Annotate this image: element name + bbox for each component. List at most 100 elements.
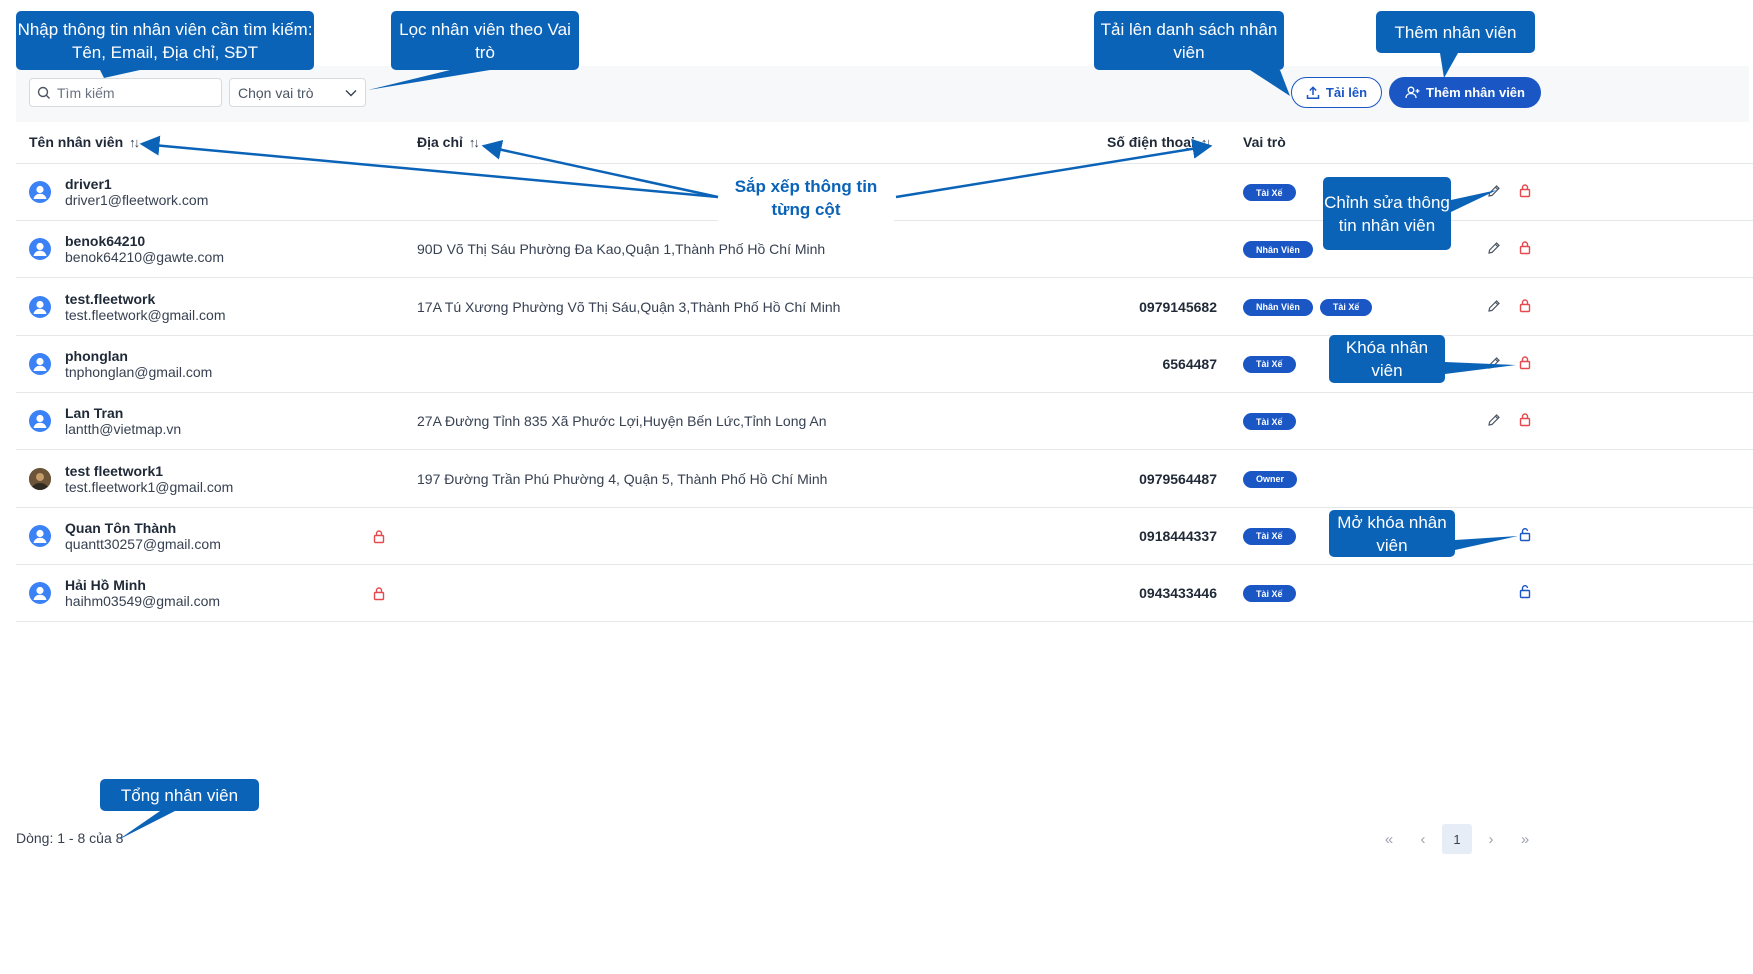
role-badges: Owner [1243, 470, 1298, 488]
column-header-phone[interactable]: Số điện thoại ↑↓ [1107, 134, 1212, 150]
employee-name: phonglan [65, 347, 128, 364]
edit-employee-button[interactable] [1487, 356, 1501, 375]
employee-email: tnphonglan@gmail.com [65, 363, 213, 380]
role-badges: Nhân Viên [1243, 241, 1313, 259]
lock-employee-button[interactable] [1518, 298, 1532, 318]
employee-name: driver1 [65, 176, 112, 192]
sort-icon[interactable]: ↑↓ [129, 135, 140, 150]
lock-employee-button[interactable] [1518, 355, 1532, 375]
employee-name: Quan Tôn Thành [65, 519, 177, 536]
role-badges: Tài Xế [1243, 527, 1296, 545]
lock-icon [1518, 356, 1532, 374]
role-badges: Tài Xế [1243, 413, 1296, 431]
employee-address: 90D Võ Thị Sáu Phường Đa Kao,Quận 1,Thàn… [417, 241, 826, 258]
table-row: Hải Hồ Minh haihm03549@gmail.com 094343344… [16, 565, 1753, 623]
next-page-button[interactable]: › [1476, 824, 1506, 854]
table-row: Lan Tran lantth@vietmap.vn 27A Đường Tỉnh … [16, 393, 1753, 451]
role-badge: Tài Xế [1243, 355, 1296, 373]
add-user-icon [1405, 86, 1420, 99]
upload-label: Tải lên [1325, 85, 1368, 100]
sort-icon[interactable]: ↑↓ [1201, 135, 1212, 150]
table-row: phonglan tnphonglan@gmail.com 6564487 Tài X… [16, 336, 1753, 393]
employee-email: test.fleetwork@gmail.com [65, 306, 226, 323]
add-employee-label: Thêm nhân viên [1426, 85, 1525, 100]
role-badge: Nhân Viên [1243, 298, 1313, 316]
edit-employee-button[interactable] [1487, 299, 1501, 318]
employee-address: 17A Tú Xương Phường Võ Thị Sáu,Quận 3,Th… [417, 298, 841, 315]
column-header-name[interactable]: Tên nhân viên ↑↓ [29, 134, 140, 150]
upload-button[interactable]: Tải lên [1291, 77, 1382, 108]
employee-phone: 0979145682 [1139, 298, 1217, 315]
employee-email: benok64210@gawte.com [65, 249, 224, 266]
employee-phone: 0979564487 [1139, 470, 1217, 487]
avatar [29, 524, 51, 547]
lock-icon [1518, 413, 1532, 431]
row-count: Dòng: 1 - 8 của 8 [16, 830, 124, 846]
unlock-employee-button[interactable] [1518, 527, 1532, 547]
role-badge: Owner [1243, 470, 1298, 488]
employee-phone: 0943433446 [1139, 585, 1217, 602]
add-employee-button[interactable]: Thêm nhân viên [1389, 77, 1541, 108]
pencil-icon [1487, 299, 1501, 317]
avatar [29, 467, 51, 490]
lock-employee-button[interactable] [1518, 412, 1532, 432]
chevron-down-icon [345, 89, 357, 96]
callout-search: Nhập thông tin nhân viên cần tìm kiếm: T… [16, 11, 314, 70]
search-input[interactable] [57, 84, 207, 101]
avatar [29, 295, 51, 318]
role-badge: Tài Xế [1243, 413, 1296, 431]
avatar [29, 238, 51, 261]
avatar [29, 582, 51, 605]
unlock-employee-button[interactable] [1518, 584, 1532, 604]
table-row: test.fleetwork test.fleetwork@gmail.com 17… [16, 279, 1753, 336]
callout-upload: Tải lên danh sách nhân viên [1094, 11, 1284, 70]
edit-employee-button[interactable] [1487, 184, 1501, 203]
employee-email: test.fleetwork1@gmail.com [65, 478, 234, 495]
lock-icon [1518, 184, 1532, 202]
upload-icon [1306, 85, 1320, 99]
callout-total: Tổng nhân viên [100, 779, 259, 811]
employee-name: benok64210 [65, 233, 146, 250]
prev-page-button[interactable]: ‹ [1408, 824, 1438, 854]
role-badge: Tài Xế [1319, 298, 1373, 316]
page-button-current[interactable]: 1 [1442, 824, 1472, 854]
first-page-button[interactable]: « [1374, 824, 1404, 854]
employee-name: Hải Hồ Minh [65, 577, 146, 594]
locked-status-icon [372, 529, 386, 549]
edit-employee-button[interactable] [1487, 413, 1501, 432]
callout-lock: Khóa nhân viên [1329, 335, 1445, 383]
avatar [29, 410, 51, 433]
role-badges: Tài Xế [1243, 585, 1296, 603]
employee-email: haihm03549@gmail.com [65, 593, 221, 610]
role-badges: Nhân Viên Tài Xế [1243, 298, 1373, 316]
avatar [29, 352, 51, 375]
last-page-button[interactable]: » [1510, 824, 1540, 854]
employee-phone: 6564487 [1162, 355, 1217, 372]
role-badges: Tài Xế [1243, 184, 1296, 201]
employee-email: lantth@vietmap.vn [65, 421, 182, 438]
pencil-icon [1487, 185, 1501, 202]
role-filter-select[interactable]: Chọn vai trò [229, 78, 366, 107]
table-row: test fleetwork1 test.fleetwork1@gmail.com… [16, 451, 1753, 508]
employee-email: driver1@fleetwork.com [65, 192, 209, 208]
unlock-icon [1518, 585, 1532, 603]
callout-unlock: Mở khóa nhân viên [1329, 510, 1455, 557]
lock-employee-button[interactable] [1518, 240, 1532, 260]
search-box[interactable] [29, 78, 222, 107]
employee-name: test.fleetwork [65, 290, 156, 307]
sort-icon[interactable]: ↑↓ [469, 135, 480, 150]
pencil-icon [1487, 414, 1501, 431]
employee-address: 197 Đường Trần Phú Phường 4, Quận 5, Thà… [417, 470, 828, 487]
role-badge: Tài Xế [1243, 184, 1296, 201]
pencil-icon [1487, 357, 1501, 374]
lock-employee-button[interactable] [1518, 183, 1532, 203]
employee-address: 27A Đường Tỉnh 835 Xã Phước Lợi,Huyện Bế… [417, 413, 827, 430]
lock-icon [1518, 241, 1532, 259]
callout-edit: Chỉnh sửa thông tin nhân viên [1323, 177, 1451, 250]
column-header-address[interactable]: Địa chỉ ↑↓ [417, 134, 480, 150]
locked-status-icon [372, 586, 386, 606]
employee-name: Lan Tran [65, 405, 124, 422]
callout-sort: Sắp xếp thông tin từng cột [718, 175, 894, 224]
pencil-icon [1487, 242, 1501, 259]
edit-employee-button[interactable] [1487, 241, 1501, 260]
